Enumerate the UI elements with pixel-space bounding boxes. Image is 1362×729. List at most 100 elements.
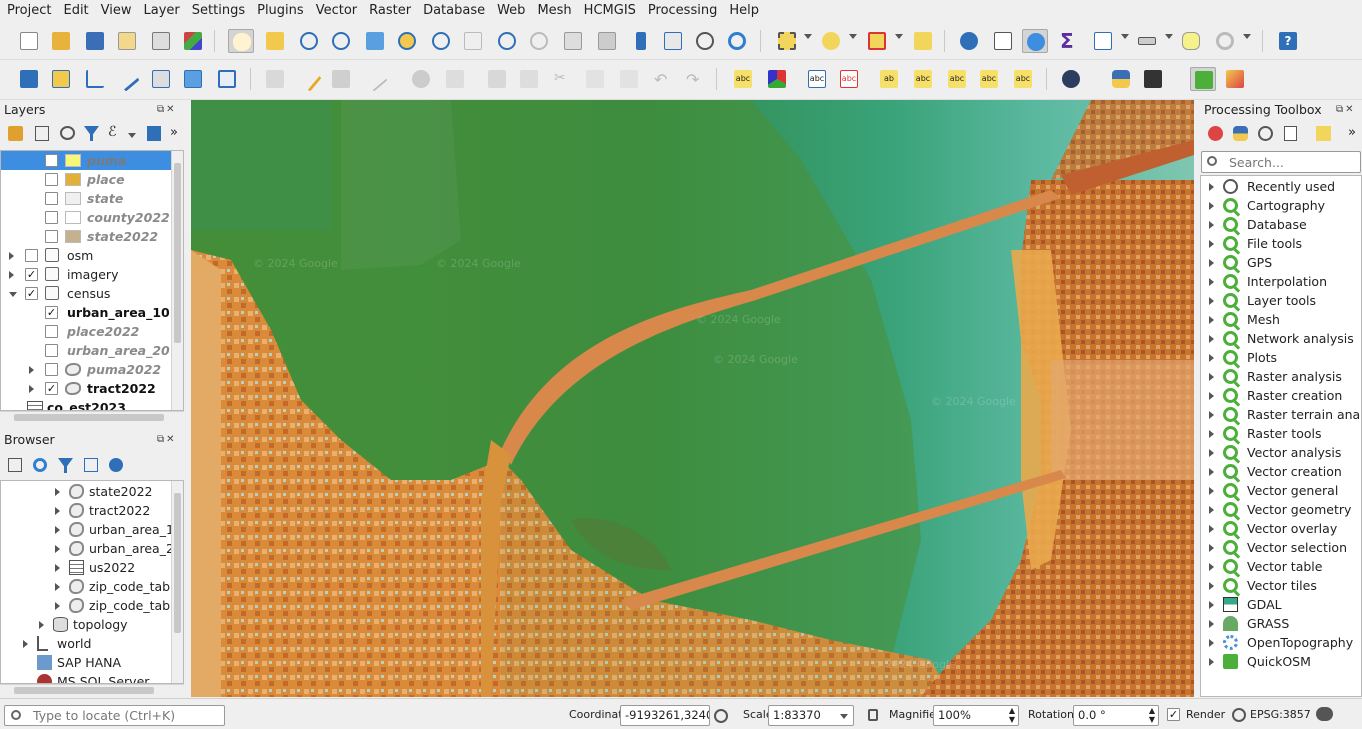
zoom-to-layer-icon[interactable]: [428, 29, 454, 53]
expand-arrow-icon[interactable]: [1209, 487, 1214, 495]
expand-arrow-icon[interactable]: [1209, 525, 1214, 533]
menu-edit[interactable]: Edit: [59, 0, 92, 22]
label-pin-2-icon[interactable]: ab: [876, 67, 902, 91]
browser-item[interactable]: urban_area_10: [1, 520, 182, 539]
layer-item[interactable]: state2022: [1, 227, 171, 246]
expand-arrow-icon[interactable]: [29, 385, 34, 393]
processing-provider-item[interactable]: Raster creation: [1201, 386, 1361, 405]
expand-arrow-icon[interactable]: [1209, 563, 1214, 571]
layer-item[interactable]: place2022: [1, 322, 171, 341]
browser-item[interactable]: topology: [1, 615, 171, 634]
cut-features-icon[interactable]: [516, 67, 542, 91]
expand-arrow-icon[interactable]: [1209, 430, 1214, 438]
add-feature-icon[interactable]: [362, 66, 388, 92]
layer-visibility-checkbox[interactable]: [25, 249, 38, 262]
copy-features-icon[interactable]: ✂: [550, 67, 576, 91]
browser-item[interactable]: zip_code_tabu: [1, 596, 178, 615]
expand-arrow-icon[interactable]: [1209, 202, 1214, 210]
results-icon[interactable]: [1284, 126, 1297, 141]
layer-item[interactable]: co_est2023: [1, 398, 171, 410]
undo-icon[interactable]: ↶: [650, 67, 676, 91]
refresh-icon[interactable]: [724, 29, 750, 53]
select-by-expression-icon[interactable]: [818, 29, 844, 53]
expand-arrow-icon[interactable]: [1209, 240, 1214, 248]
create-layer-icon[interactable]: [148, 67, 174, 91]
layer-item[interactable]: county2022: [1, 208, 171, 227]
bookmark-icon[interactable]: [628, 29, 654, 53]
expand-arrow-icon[interactable]: [1209, 601, 1214, 609]
expand-arrow-icon[interactable]: [1209, 468, 1214, 476]
crs-button[interactable]: EPSG:3857: [1250, 708, 1311, 721]
processing-provider-item[interactable]: GPS: [1201, 253, 1361, 272]
processing-provider-item[interactable]: Cartography: [1201, 196, 1361, 215]
layer-item[interactable]: ✓ tract2022: [1, 379, 171, 398]
history-icon[interactable]: [1258, 126, 1273, 141]
temporal-controller-icon[interactable]: [692, 29, 718, 53]
processing-provider-item[interactable]: Vector tiles: [1201, 576, 1361, 595]
layer-visibility-checkbox[interactable]: [45, 154, 58, 167]
filter-legend-icon[interactable]: [84, 126, 99, 141]
expand-arrow-icon[interactable]: [55, 526, 60, 534]
expand-arrow-icon[interactable]: [1209, 373, 1214, 381]
processing-provider-item[interactable]: Network analysis: [1201, 329, 1361, 348]
menu-database[interactable]: Database: [419, 0, 489, 22]
scripts-icon[interactable]: [1233, 126, 1248, 141]
expand-arrow-icon[interactable]: [29, 366, 34, 374]
processing-provider-item[interactable]: Plots: [1201, 348, 1361, 367]
layer-item[interactable]: place: [1, 170, 171, 189]
browser-item[interactable]: MS SQL Server: [1, 672, 171, 683]
processing-provider-item[interactable]: Raster analysis: [1201, 367, 1361, 386]
label-tool-icon[interactable]: abc: [730, 67, 756, 91]
zoom-full-icon[interactable]: [362, 29, 388, 53]
layer-visibility-checkbox[interactable]: [45, 173, 58, 186]
select-location-icon[interactable]: [910, 29, 936, 53]
browser-vscroll[interactable]: [171, 481, 183, 683]
zoom-out-icon[interactable]: [328, 29, 354, 53]
expand-arrow-icon[interactable]: [55, 545, 60, 553]
add-group-icon[interactable]: [35, 126, 49, 141]
processing-provider-item[interactable]: OpenTopography: [1201, 633, 1361, 652]
menu-help[interactable]: Help: [725, 0, 763, 22]
help-icon[interactable]: ?: [1275, 29, 1301, 53]
new-map-view-icon[interactable]: [560, 29, 586, 53]
plugin-icon[interactable]: [1140, 67, 1166, 91]
layer-visibility-checkbox[interactable]: [45, 211, 58, 224]
layer-item[interactable]: ✓ urban_area_10: [1, 303, 171, 322]
identify-features-icon[interactable]: [956, 29, 982, 53]
menu-settings[interactable]: Settings: [188, 0, 249, 22]
filter-expression-icon[interactable]: ℰ: [108, 124, 116, 140]
processing-provider-item[interactable]: Vector overlay: [1201, 519, 1361, 538]
expand-arrow-icon[interactable]: [9, 271, 14, 279]
open-attribute-table-icon[interactable]: [990, 29, 1016, 53]
layer-visibility-checkbox[interactable]: [45, 363, 58, 376]
show-bookmarks-icon[interactable]: [660, 29, 686, 53]
vertex-tool-icon[interactable]: [408, 67, 434, 91]
pan-map-icon[interactable]: [228, 29, 254, 53]
layer-item[interactable]: ✓ imagery: [1, 265, 171, 284]
save-edits-icon[interactable]: [328, 67, 354, 91]
expand-arrow-icon[interactable]: [1209, 278, 1214, 286]
menu-processing[interactable]: Processing: [644, 0, 721, 22]
delete-selected-icon[interactable]: [484, 67, 510, 91]
map-canvas[interactable]: © 2024 Google © 2024 Google © 2024 Google ©…: [191, 100, 1194, 697]
layer-visibility-checkbox[interactable]: [45, 344, 58, 357]
processing-provider-item[interactable]: Interpolation: [1201, 272, 1361, 291]
menu-hcmgis[interactable]: HCMGIS: [580, 0, 640, 22]
browser-item[interactable]: world: [1, 634, 171, 653]
processing-dock-buttons[interactable]: ⧉✕: [1336, 104, 1360, 116]
layer-visibility-checkbox[interactable]: [45, 230, 58, 243]
layer-item[interactable]: puma: [1, 151, 171, 170]
browser-item[interactable]: tract2022: [1, 501, 171, 520]
layout-manager-icon[interactable]: [148, 29, 174, 53]
layers-hscroll[interactable]: [0, 411, 184, 423]
menu-project[interactable]: Project: [3, 0, 55, 22]
processing-toolbox-icon[interactable]: [1022, 29, 1048, 53]
processing-provider-item[interactable]: Mesh: [1201, 310, 1361, 329]
new-shapefile-icon[interactable]: [82, 67, 108, 91]
menu-mesh[interactable]: Mesh: [533, 0, 575, 22]
layer-visibility-checkbox[interactable]: [45, 325, 58, 338]
coordinate-toggle-icon[interactable]: [714, 709, 728, 723]
expand-arrow-icon[interactable]: [1209, 183, 1214, 191]
menu-layer[interactable]: Layer: [140, 0, 184, 22]
expand-arrow-icon[interactable]: [55, 564, 60, 572]
